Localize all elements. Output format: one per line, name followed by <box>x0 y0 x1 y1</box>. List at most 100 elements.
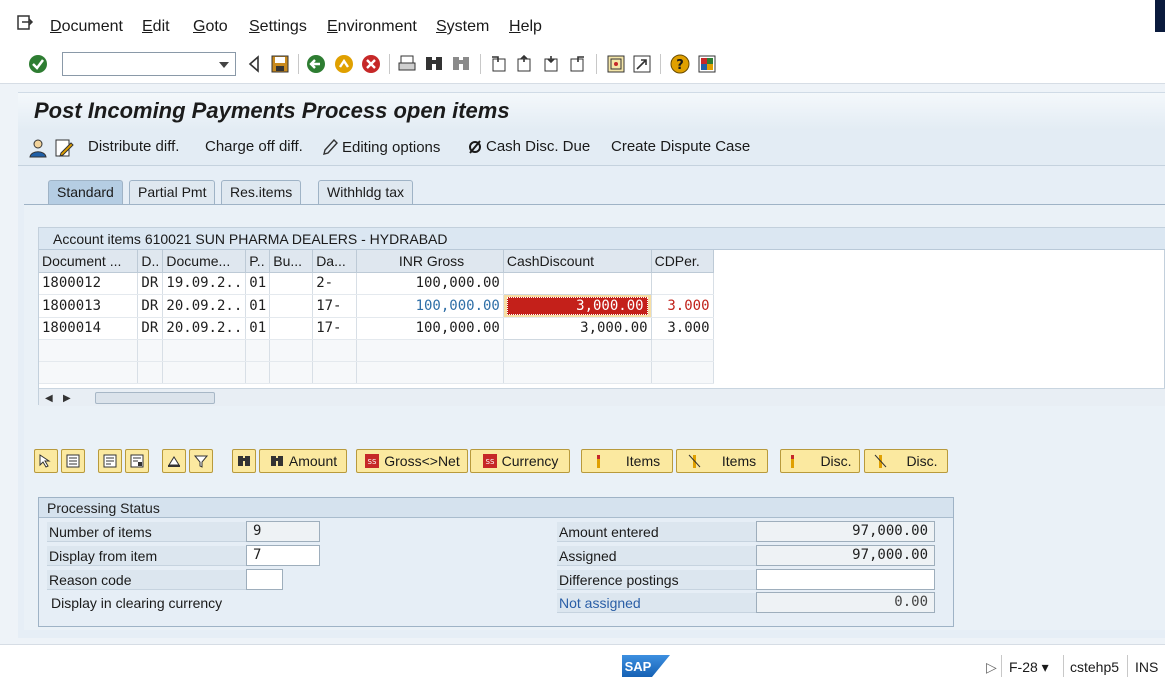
cash-disc-due-button[interactable]: Cash Disc. Due <box>468 138 590 155</box>
col-cash-discount[interactable]: CashDiscount <box>503 250 652 273</box>
display-from-item-field[interactable]: 7 <box>246 545 320 566</box>
col-doc-type[interactable]: D.. <box>137 250 164 273</box>
gross-net-button[interactable]: SS Gross<>Net <box>356 449 468 473</box>
tab-res-items[interactable]: Res.items <box>221 180 302 204</box>
cash-discount-selected-value[interactable]: 3,000.00 <box>506 296 648 315</box>
col-document-date[interactable]: Docume... <box>162 250 247 273</box>
create-dispute-case-button[interactable]: Create Dispute Case <box>611 138 750 155</box>
filter-icon[interactable] <box>189 449 213 473</box>
select-item-icon[interactable] <box>34 449 58 473</box>
activate-disc-button[interactable]: Disc. <box>780 449 860 473</box>
cell-cash-discount[interactable] <box>502 271 652 295</box>
cell-days: 17- <box>312 317 358 340</box>
col-inr-gross[interactable]: INR Gross <box>356 250 504 273</box>
horizontal-scrollbar[interactable]: ◀ ▶ <box>39 388 1165 406</box>
prev-page-icon[interactable] <box>514 54 534 74</box>
cell-cd-percent <box>651 272 714 295</box>
status-bar: SAP ▷ F-28 ▾ cstehp5 INS <box>0 644 1165 681</box>
currency-button[interactable]: SS Currency <box>470 449 570 473</box>
distribute-diff-button[interactable]: Distribute diff. <box>88 138 179 155</box>
save-icon[interactable] <box>270 54 290 74</box>
activate-items-icon[interactable] <box>98 449 122 473</box>
difference-postings-field[interactable] <box>756 569 935 590</box>
col-posting-key[interactable]: P.. <box>245 250 271 273</box>
exit-icon[interactable] <box>334 54 354 74</box>
gross-net-label: Gross<>Net <box>384 453 460 469</box>
charge-off-diff-button[interactable]: Charge off diff. <box>205 138 303 155</box>
cell-document: 1800012 <box>39 272 139 295</box>
scroll-left-icon[interactable]: ◀ <box>45 393 53 404</box>
cell-doc-type: DR <box>137 272 164 295</box>
menu-settings[interactable]: Settings <box>249 18 307 36</box>
col-days[interactable]: Da... <box>312 250 358 273</box>
activate-items-button[interactable]: Items <box>581 449 673 473</box>
col-business-area[interactable]: Bu... <box>269 250 314 273</box>
system-menu-icon[interactable] <box>16 14 36 32</box>
cell-posting-key: 01 <box>245 272 271 295</box>
reason-code-field[interactable] <box>246 569 283 590</box>
search-icon[interactable] <box>232 449 256 473</box>
last-page-icon[interactable] <box>567 54 587 74</box>
deactivate-items-button[interactable]: Items <box>676 449 768 473</box>
activate-items-label: Items <box>625 453 661 469</box>
menu-environment[interactable]: Environment <box>327 18 417 36</box>
table-row[interactable]: 1800012 DR 19.09.2.. 01 2- 100,000.00 <box>39 271 1164 295</box>
items-grid: Document ... D.. Docume... P.. Bu... Da.… <box>39 250 1164 384</box>
status-expand-icon[interactable]: ▷ <box>986 659 997 676</box>
cancel-icon[interactable] <box>361 54 381 74</box>
command-field[interactable] <box>62 52 236 76</box>
cell-days: 17- <box>312 294 358 318</box>
number-of-items-field: 9 <box>246 521 320 542</box>
menu-edit[interactable]: Edit <box>142 18 170 36</box>
insert-mode[interactable]: INS <box>1135 659 1158 675</box>
table-row[interactable]: 1800014 DR 20.09.2.. 01 17- 100,000.00 3… <box>39 316 1164 340</box>
customize-layout-icon[interactable] <box>697 54 717 74</box>
tab-partial-pmt[interactable]: Partial Pmt <box>129 180 216 204</box>
cell-cash-discount[interactable]: 3,000.00 <box>502 316 652 340</box>
empty-row <box>39 339 1164 362</box>
difference-postings-label: Difference postings <box>557 570 757 590</box>
find-next-icon[interactable] <box>451 54 471 74</box>
tab-standard[interactable]: Standard <box>48 180 123 204</box>
scroll-right-icon[interactable]: ▶ <box>63 393 71 404</box>
editing-options-label: Editing options <box>342 138 441 156</box>
help-icon[interactable]: ? <box>670 54 690 74</box>
menu-help[interactable]: Help <box>509 18 542 36</box>
col-cd-percent[interactable]: CDPer. <box>651 250 714 273</box>
enter-icon[interactable] <box>28 54 48 74</box>
chevron-down-icon[interactable] <box>219 62 229 68</box>
find-icon[interactable] <box>424 54 444 74</box>
user-icon[interactable] <box>28 138 48 158</box>
scroll-thumb[interactable] <box>95 392 215 404</box>
cell-document-date: 20.09.2.. <box>162 294 247 318</box>
back-triangle-icon[interactable] <box>244 54 264 74</box>
menu-system[interactable]: System <box>436 18 489 36</box>
menu-document[interactable]: Document <box>50 18 123 36</box>
next-page-icon[interactable] <box>541 54 561 74</box>
sort-icon[interactable] <box>162 449 186 473</box>
display-from-item-label: Display from item <box>47 546 247 566</box>
new-session-icon[interactable] <box>606 54 626 74</box>
deactivate-disc-button[interactable]: Disc. <box>864 449 948 473</box>
col-document[interactable]: Document ... <box>39 250 139 273</box>
cell-business-area <box>269 272 314 295</box>
amount-button[interactable]: Amount <box>259 449 347 473</box>
display-clearing-currency-label[interactable]: Display in clearing currency <box>49 593 222 613</box>
back-icon[interactable] <box>306 54 326 74</box>
editing-options-button[interactable]: Editing options <box>322 138 440 156</box>
tab-panel: Account items 610021 SUN PHARMA DEALERS … <box>24 204 1165 630</box>
transaction-code[interactable]: F-28 ▾ <box>1009 659 1049 676</box>
tab-withhldg-tax[interactable]: Withhldg tax <box>318 180 414 204</box>
first-page-icon[interactable] <box>489 54 509 74</box>
print-icon[interactable] <box>397 54 417 74</box>
charge-off-diff-label: Charge off diff. <box>205 138 303 155</box>
table-row[interactable]: 1800013 DR 20.09.2.. 01 17- 100,000.00 3… <box>39 294 1164 318</box>
cell-cash-discount-focused[interactable]: 3,000.00 <box>503 294 652 318</box>
svg-text:SS: SS <box>368 458 377 466</box>
menu-goto[interactable]: Goto <box>193 18 228 36</box>
shortcut-icon[interactable] <box>632 54 652 74</box>
number-of-items-label: Number of items <box>47 522 247 542</box>
deactivate-items-icon[interactable] <box>125 449 149 473</box>
edit-document-icon[interactable] <box>54 138 74 158</box>
select-all-icon[interactable] <box>61 449 85 473</box>
